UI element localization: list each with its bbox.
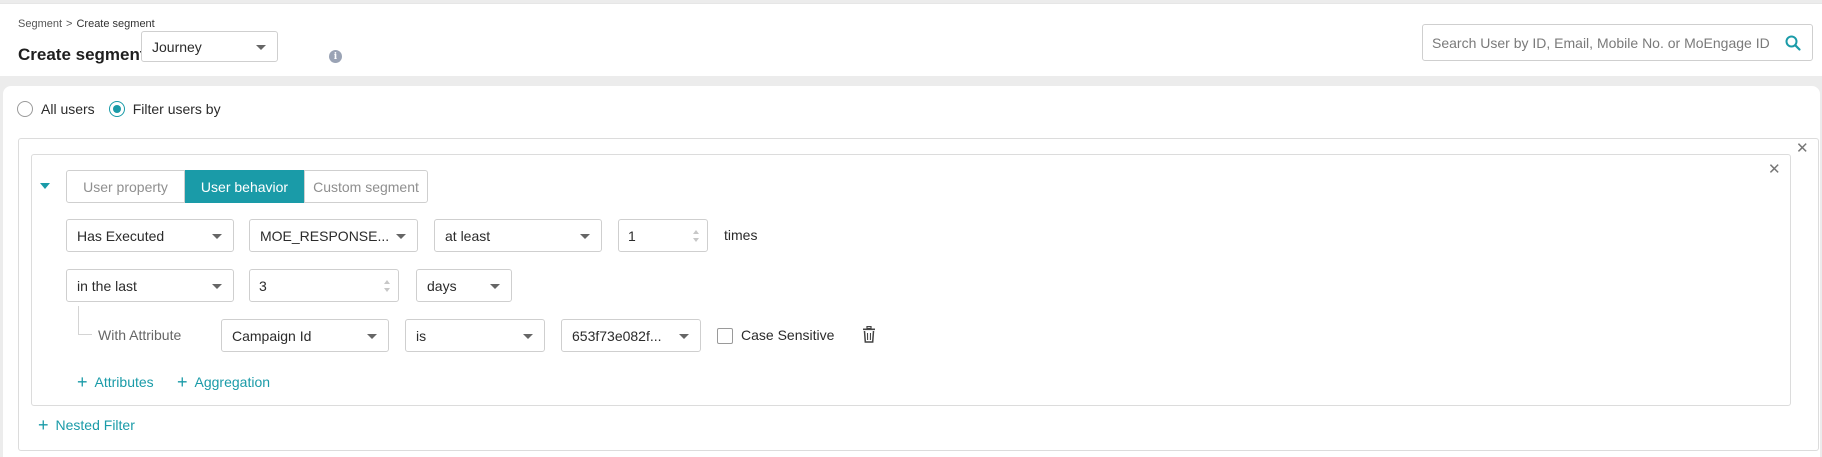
top-bar: Segment > Create segment Create segment fo… [0,3,1822,76]
plus-icon: + [38,415,49,435]
time-unit-dropdown[interactable]: days [416,269,512,302]
info-icon[interactable]: i [329,50,342,63]
with-attribute-label: With Attribute [98,327,182,343]
breadcrumb-parent[interactable]: Segment [18,18,62,30]
tree-connector [78,334,92,335]
collapse-caret-icon[interactable] [40,183,50,189]
condition-dropdown[interactable]: Has Executed [66,219,234,252]
add-aggregation-button[interactable]: + Aggregation [177,373,270,391]
count-stepper[interactable]: 1 [618,219,708,252]
caret-down-icon [212,283,222,289]
attribute-value-dropdown[interactable]: 653f73e082f... [561,319,701,352]
breadcrumb-separator: > [66,18,73,30]
add-aggregation-label: Aggregation [194,374,271,390]
caret-down-icon [367,333,377,339]
trash-icon[interactable] [862,326,876,343]
user-search [1422,24,1813,61]
frequency-operator-value: at least [445,227,491,244]
case-sensitive-label[interactable]: Case Sensitive [741,327,834,343]
filter-users-radio[interactable] [108,101,125,117]
tab-user-behavior[interactable]: User behavior [185,170,304,203]
count-value: 1 [628,227,636,244]
nested-filter-label: Nested Filter [55,417,135,433]
attribute-operator-dropdown[interactable]: is [405,319,545,352]
all-users-label[interactable]: All users [41,101,95,117]
segment-for-dropdown[interactable]: Journey [141,31,278,62]
frequency-operator-dropdown[interactable]: at least [434,219,602,252]
tab-custom-segment[interactable]: Custom segment [304,170,428,203]
caret-down-icon [212,233,222,239]
event-value: MOE_RESPONSE... [260,227,390,244]
condition-value: Has Executed [77,227,165,244]
amount-value: 3 [259,277,267,294]
caret-down-icon [679,333,689,339]
attribute-operator-value: is [416,327,427,344]
caret-down-icon [490,283,500,289]
add-attributes-button[interactable]: + Attributes [77,373,154,391]
search-icon[interactable] [1784,34,1802,52]
add-nested-filter-button[interactable]: + Nested Filter [38,416,135,434]
time-operator-value: in the last [77,277,137,294]
caret-down-icon [256,44,266,50]
time-unit-value: days [427,277,457,294]
segment-for-value: Journey [152,38,202,55]
caret-down-icon [523,333,533,339]
plus-icon: + [177,372,188,392]
breadcrumb: Segment > Create segment [18,18,155,30]
time-operator-dropdown[interactable]: in the last [66,269,234,302]
event-dropdown[interactable]: MOE_RESPONSE... [249,219,418,252]
caret-down-icon [580,233,590,239]
attribute-dropdown[interactable]: Campaign Id [221,319,389,352]
add-attributes-label: Attributes [94,374,154,390]
tab-user-property[interactable]: User property [66,170,185,203]
all-users-radio[interactable] [17,101,33,117]
close-icon[interactable]: ✕ [1768,162,1781,177]
times-label: times [724,227,758,243]
attribute-value-text: 653f73e082f... [572,327,662,344]
caret-down-icon [396,233,406,239]
tree-connector [78,306,79,335]
audience-radio-group: All users Filter users by [17,101,235,117]
filter-type-tabs: User property User behavior Custom segme… [66,170,428,203]
breadcrumb-current: Create segment [76,18,155,30]
attribute-value: Campaign Id [232,327,312,344]
stepper-arrows-icon[interactable] [384,279,390,292]
amount-stepper[interactable]: 3 [249,269,399,302]
search-input[interactable] [1432,33,1772,53]
stepper-arrows-icon[interactable] [693,229,699,242]
filter-users-label[interactable]: Filter users by [133,101,221,117]
close-icon[interactable]: ✕ [1796,141,1809,156]
plus-icon: + [77,372,88,392]
case-sensitive-checkbox[interactable] [717,328,733,344]
